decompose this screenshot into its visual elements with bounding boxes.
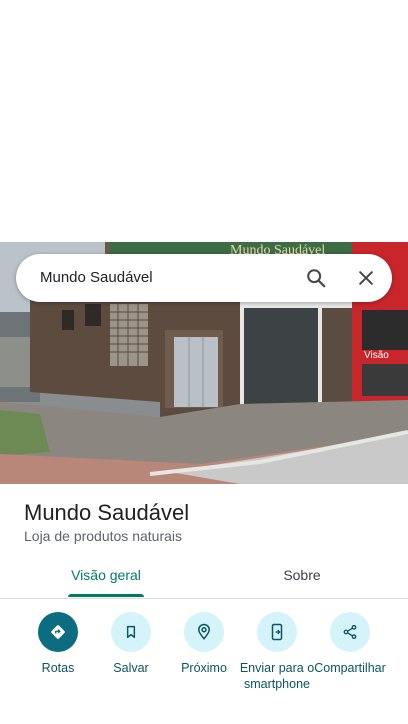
photo-shop-sign-right: Visão <box>364 350 389 361</box>
place-tabs: Visão geral Sobre <box>0 556 408 599</box>
nearby-label: Próximo <box>181 661 227 675</box>
save-label: Salvar <box>113 661 149 675</box>
share-button[interactable]: Compartilhar <box>310 612 390 676</box>
nearby-button[interactable]: Próximo <box>164 612 244 676</box>
send-to-phone-button[interactable]: Enviar para o smartphone <box>237 612 317 692</box>
place-title: Mundo Saudável <box>24 500 190 525</box>
action-bar: Rotas Salvar Próximo Enviar para o smart… <box>0 612 408 712</box>
map-blank-area <box>0 0 408 242</box>
directions-button[interactable]: Rotas <box>18 612 98 676</box>
nearby-icon <box>184 612 224 652</box>
share-label: Compartilhar <box>314 661 386 675</box>
tab-selected-indicator <box>68 594 144 597</box>
directions-icon <box>38 612 78 652</box>
tab-about[interactable]: Sobre <box>242 556 362 598</box>
place-panel: Mundo Saudável Loja de produtos naturais… <box>0 484 408 724</box>
send-to-phone-label: Enviar para o smartphone <box>239 661 315 691</box>
send-to-phone-icon <box>257 612 297 652</box>
directions-label: Rotas <box>41 661 75 675</box>
search-icon[interactable] <box>302 264 330 292</box>
tab-overview[interactable]: Visão geral <box>48 556 164 598</box>
share-icon <box>330 612 370 652</box>
bookmark-icon <box>111 612 151 652</box>
search-input[interactable]: Mundo Saudável <box>40 254 153 302</box>
close-icon[interactable] <box>352 264 380 292</box>
save-button[interactable]: Salvar <box>91 612 171 676</box>
search-bar[interactable]: Mundo Saudável <box>16 254 392 302</box>
place-category: Loja de produtos naturais <box>24 528 182 544</box>
